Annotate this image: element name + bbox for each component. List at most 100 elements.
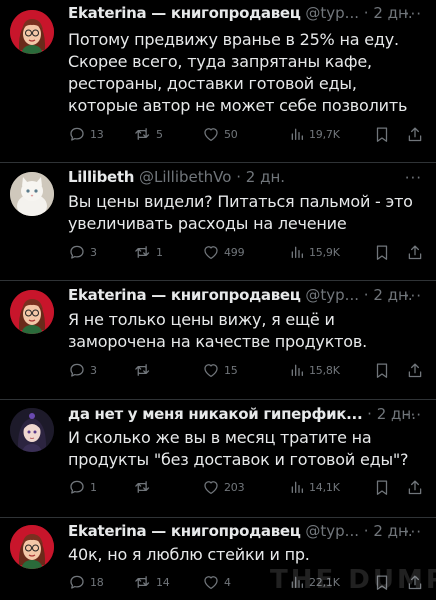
- tweet[interactable]: Ekaterina — книгопродавец @typ... · 2 дн…: [0, 0, 436, 162]
- bookmark-button[interactable]: [373, 360, 391, 380]
- more-options-button[interactable]: ···: [405, 4, 422, 24]
- reply-button[interactable]: 3: [68, 242, 97, 262]
- dot-separator: ·: [363, 286, 369, 304]
- reply-button[interactable]: 18: [68, 572, 104, 592]
- tweet-text: Я не только цены вижу, я ещё и заморочен…: [68, 310, 367, 351]
- tweet-header: да нет у меня никакой гиперфик... · 2 дн…: [68, 403, 428, 425]
- reply-count: 1: [90, 480, 97, 494]
- author-handle[interactable]: @typ...: [305, 522, 359, 540]
- avatar-illustration: [10, 408, 54, 452]
- bookmark-button[interactable]: [373, 124, 391, 144]
- reply-button[interactable]: 3: [68, 360, 97, 380]
- like-count: 499: [224, 245, 245, 259]
- author-name[interactable]: Ekaterina — книгопродавец: [68, 522, 301, 540]
- author-name[interactable]: Ekaterina — книгопродавец: [68, 4, 301, 22]
- bookmark-button[interactable]: [373, 242, 391, 262]
- tweet-header: Ekaterina — книгопродавец @typ... · 2 дн…: [68, 2, 428, 24]
- more-options-button[interactable]: ···: [405, 168, 422, 188]
- author-handle[interactable]: @typ...: [305, 4, 359, 22]
- bookmark-icon: [376, 362, 388, 378]
- dot-separator: ·: [236, 168, 241, 186]
- retweet-button[interactable]: 1: [132, 242, 163, 262]
- views-button[interactable]: 19,7K: [289, 124, 340, 144]
- heart-icon: [204, 364, 218, 378]
- tweet-text: Вы цены видели? Питаться пальмой - это у…: [68, 192, 413, 233]
- avatar[interactable]: [10, 408, 54, 452]
- tweet-header: Ekaterina — книгопродавец @typ... · 2 дн…: [68, 284, 428, 306]
- avatar[interactable]: [10, 10, 54, 54]
- retweet-button[interactable]: [132, 477, 156, 497]
- more-options-button[interactable]: ···: [405, 405, 422, 425]
- reply-icon: [70, 363, 84, 377]
- more-options-button[interactable]: ···: [405, 522, 422, 542]
- avatar-illustration: [10, 525, 54, 569]
- avatar[interactable]: [10, 172, 54, 216]
- like-count: 15: [224, 363, 238, 377]
- share-icon: [408, 362, 422, 377]
- share-button[interactable]: [406, 477, 424, 497]
- views-count: 19,7K: [309, 127, 340, 141]
- views-button[interactable]: 15,8K: [289, 360, 340, 380]
- action-bar: 13 5 50 19,7K: [68, 124, 428, 144]
- heart-icon: [204, 128, 218, 142]
- share-icon: [408, 479, 422, 494]
- author-name[interactable]: Ekaterina — книгопродавец: [68, 286, 301, 304]
- action-bar: 3 15 15,8K: [68, 360, 428, 380]
- bookmark-icon: [376, 479, 388, 495]
- tweet[interactable]: Lillibeth @LillibethVo · 2 дн. ··· Вы це…: [0, 163, 436, 280]
- views-bar-chart-icon: [291, 246, 303, 258]
- bookmark-button[interactable]: [373, 477, 391, 497]
- action-bar: 3 1 499 15,9K: [68, 242, 428, 262]
- retweet-button[interactable]: 5: [132, 124, 163, 144]
- views-button[interactable]: 14,1K: [289, 477, 340, 497]
- views-bar-chart-icon: [291, 364, 303, 376]
- retweet-button[interactable]: 14: [132, 572, 170, 592]
- like-count: 4: [224, 575, 231, 589]
- author-handle[interactable]: @typ...: [305, 286, 359, 304]
- reply-count: 18: [90, 575, 104, 589]
- retweet-icon: [135, 246, 150, 258]
- bookmark-icon: [376, 126, 388, 142]
- views-button[interactable]: 15,9K: [289, 242, 340, 262]
- retweet-count: 14: [156, 575, 170, 589]
- share-button[interactable]: [406, 124, 424, 144]
- author-name[interactable]: да нет у меня никакой гиперфик...: [68, 405, 363, 423]
- tweet-text: И сколько же вы в месяц тратите на проду…: [68, 428, 409, 469]
- share-icon: [408, 244, 422, 259]
- share-button[interactable]: [406, 242, 424, 262]
- timestamp[interactable]: 2 дн.: [246, 168, 285, 186]
- tweet-header: Lillibeth @LillibethVo · 2 дн.: [68, 166, 428, 188]
- heart-icon: [204, 576, 218, 590]
- avatar[interactable]: [10, 525, 54, 569]
- author-handle[interactable]: @LillibethVo: [139, 168, 231, 186]
- views-count: 14,1K: [309, 480, 340, 494]
- reply-icon: [70, 127, 84, 141]
- tweet-header: Ekaterina — книгопродавец @typ... · 2 дн…: [68, 520, 428, 542]
- like-button[interactable]: 203: [202, 477, 245, 497]
- heart-icon: [204, 246, 218, 260]
- retweet-icon: [135, 128, 150, 140]
- like-button[interactable]: 499: [202, 242, 245, 262]
- retweet-icon: [135, 576, 150, 588]
- bookmark-icon: [376, 244, 388, 260]
- like-button[interactable]: 50: [202, 124, 238, 144]
- watermark: THE DUMP: [270, 565, 436, 595]
- retweet-count: 1: [156, 245, 163, 259]
- author-name[interactable]: Lillibeth: [68, 168, 134, 186]
- reply-button[interactable]: 13: [68, 124, 104, 144]
- like-button[interactable]: 4: [202, 572, 231, 592]
- avatar[interactable]: [10, 290, 54, 334]
- like-button[interactable]: 15: [202, 360, 238, 380]
- more-options-button[interactable]: ···: [405, 286, 422, 306]
- tweet[interactable]: да нет у меня никакой гиперфик... · 2 дн…: [0, 400, 436, 517]
- reply-button[interactable]: 1: [68, 477, 97, 497]
- dot-separator: ·: [367, 405, 372, 423]
- reply-count: 3: [90, 245, 97, 259]
- retweet-icon: [135, 481, 150, 493]
- avatar-illustration: [10, 290, 54, 334]
- views-bar-chart-icon: [291, 481, 303, 493]
- tweet[interactable]: Ekaterina — книгопродавец @typ... · 2 дн…: [0, 281, 436, 399]
- retweet-button[interactable]: [132, 360, 156, 380]
- like-count: 50: [224, 127, 238, 141]
- share-button[interactable]: [406, 360, 424, 380]
